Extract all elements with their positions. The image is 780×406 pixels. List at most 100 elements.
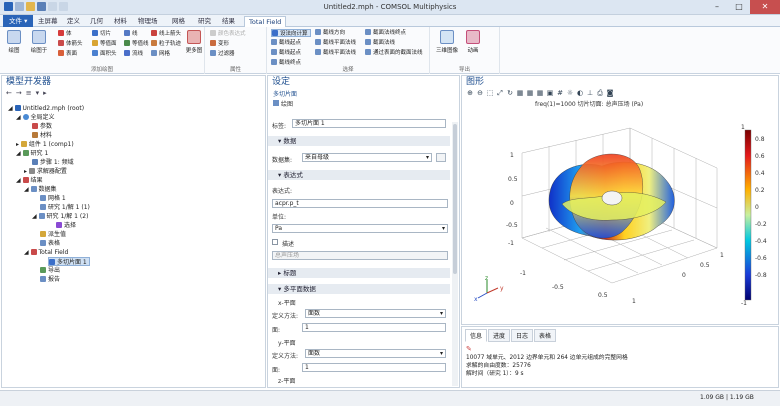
maximize-button[interactable]: □ [728,0,750,14]
arrow-surface-button[interactable]: 面积头 [92,50,117,58]
section-normal-end-button[interactable]: 截面法线终点 [365,29,406,37]
label-field[interactable]: 多切片面 1 [292,119,446,128]
view-xy-icon[interactable]: ▦ [516,89,524,97]
tab-definitions[interactable]: 定义 [63,16,84,27]
rotate-icon[interactable]: ↻ [506,89,514,97]
animation-button[interactable]: 动画 [462,30,484,54]
tree-step-frequency[interactable]: 步骤 1: 频域 [32,158,74,167]
tree-materials[interactable]: 材料 [32,131,52,140]
tab-physics[interactable]: 物理场 [134,16,162,27]
plot-button[interactable]: 绘图 [3,30,25,54]
cut-line-start-button[interactable]: 截线起点 [271,39,301,47]
contour-button[interactable]: 等值线 [124,40,149,48]
back-icon[interactable]: ← [6,89,12,97]
tab-log[interactable]: 日志 [511,329,534,342]
tree-multislice-1[interactable]: 多切片面 1 [48,257,90,266]
tree-derived-values[interactable]: 派生值 [40,230,66,239]
image-3d-button[interactable]: 三维图像 [436,30,458,54]
grid-icon[interactable]: # [556,89,564,97]
plot-action[interactable]: 绘图 [273,99,293,108]
tab-mesh[interactable]: 网格 [168,16,189,27]
y-planes-field[interactable]: 1 [302,363,446,372]
tree-solver-configs[interactable]: ▸ 求解器配置 [24,167,67,176]
scene-light-icon[interactable]: ☼ [566,89,574,97]
section-data[interactable]: ▾ 数据 [268,136,450,146]
expression-field[interactable]: acpr.p_t [272,199,448,208]
forward-icon[interactable]: → [16,89,22,97]
section-through-surface-button[interactable]: 通过表面的截面法线 [365,49,423,57]
arrow-line-button[interactable]: 线上箭头 [151,30,181,38]
cut-line-start-2-button[interactable]: 截线起点 [271,49,301,57]
normal-calc-button[interactable]: 设法向计算 [271,29,311,37]
tree-solution-2[interactable]: ◢ 研究 1/解 1 (2) [32,212,88,221]
tree-root[interactable]: ◢ Untitled2.mph (root) [8,104,84,113]
description-field[interactable]: 总声压场 [272,251,448,260]
x-planes-field[interactable]: 1 [302,323,446,332]
volume-button[interactable]: 体 [58,30,72,38]
tree-datasets[interactable]: ◢ 数据集 [24,185,57,194]
tree-export[interactable]: 导出 [40,266,60,275]
mesh-plot-button[interactable]: 网格 [151,50,170,58]
tab-materials[interactable]: 材料 [110,16,131,27]
section-multiplane[interactable]: ▾ 多平面数据 [268,284,450,294]
isosurface-button[interactable]: 等值面 [92,40,117,48]
zoom-out-icon[interactable]: ⊖ [476,89,484,97]
tree-results[interactable]: ◢ 结果 [16,176,43,185]
settings-scrollbar[interactable] [452,122,458,386]
zoom-in-icon[interactable]: ⊕ [466,89,474,97]
tree-solution-1[interactable]: 研究 1/解 1 (1) [40,203,90,212]
dataset-goto-button[interactable] [436,153,446,162]
particle-tracing-button[interactable]: 粒子轨迹 [151,40,181,48]
zoom-box-icon[interactable]: ⬚ [486,89,494,97]
zoom-extents-icon[interactable]: ⤢ [496,89,504,97]
tree-component[interactable]: ▸ 组件 1 (comp1) [16,140,74,149]
unit-select[interactable]: Pa [272,224,448,233]
view-zx-icon[interactable]: ▦ [536,89,544,97]
tab-total-field[interactable]: Total Field [244,16,287,27]
axis-icon[interactable]: ⊥ [586,89,594,97]
cut-plane-normal-2-button[interactable]: 截线平面法线 [315,49,356,57]
tree-selection[interactable]: 选择 [56,221,76,230]
tab-messages[interactable]: 信息 [465,329,488,342]
tab-home[interactable]: 主屏幕 [34,16,62,27]
tree-study[interactable]: ◢ 研究 1 [16,149,48,158]
tree-parameters[interactable]: 参数 [32,122,52,131]
clear-messages-icon[interactable]: ✎ [462,344,778,354]
arrow-volume-button[interactable]: 体箭头 [58,40,83,48]
cut-line-direction-button[interactable]: 截线方向 [315,29,345,37]
tab-geometry[interactable]: 几何 [86,16,107,27]
close-button[interactable]: ✕ [750,0,780,14]
tree-total-field[interactable]: ◢ Total Field [24,248,68,257]
streamline-button[interactable]: 流线 [124,50,143,58]
minimize-button[interactable]: – [706,0,728,14]
print-icon[interactable]: ⎙ [596,89,604,97]
tab-file[interactable]: 文件 ▾ [3,15,34,27]
section-expression[interactable]: ▾ 表达式 [268,170,450,180]
tab-study[interactable]: 研究 [194,16,215,27]
section-normal-button[interactable]: 截面法线 [365,39,395,47]
tree-tables[interactable]: 表格 [40,239,60,248]
dataset-select[interactable]: 来自母级 [302,153,432,162]
tree-mesh-1[interactable]: 网格 1 [40,194,66,203]
view-3d-icon[interactable]: ▣ [546,89,554,97]
settings-scrollbar-thumb[interactable] [453,124,457,274]
view-yz-icon[interactable]: ▦ [526,89,534,97]
plot-canvas[interactable] [462,108,778,324]
tree-reports[interactable]: 报告 [40,275,60,284]
more-plots-button[interactable]: 更多图 [183,30,205,54]
tab-table[interactable]: 表格 [534,329,557,342]
section-title[interactable]: ▸ 标题 [268,268,450,278]
y-method-select[interactable]: 面数 [305,349,446,358]
tree-global-defs[interactable]: ◢ 全局定义 [16,113,55,122]
filter-button[interactable]: 过滤器 [210,50,235,58]
color-expression-button[interactable]: 颜色表达式 [210,30,246,38]
expand-icon[interactable]: ▸ [43,89,47,97]
transparency-icon[interactable]: ◐ [576,89,584,97]
cut-plane-normal-button[interactable]: 截线平面法线 [315,39,356,47]
x-method-select[interactable]: 面数 [305,309,446,318]
tab-progress[interactable]: 进度 [488,329,511,342]
plot-in-button[interactable]: 绘图于 [28,30,50,54]
collapse-icon[interactable]: ▾ [36,89,40,97]
slice-button[interactable]: 切片 [92,30,111,38]
description-checkbox[interactable] [272,239,278,245]
